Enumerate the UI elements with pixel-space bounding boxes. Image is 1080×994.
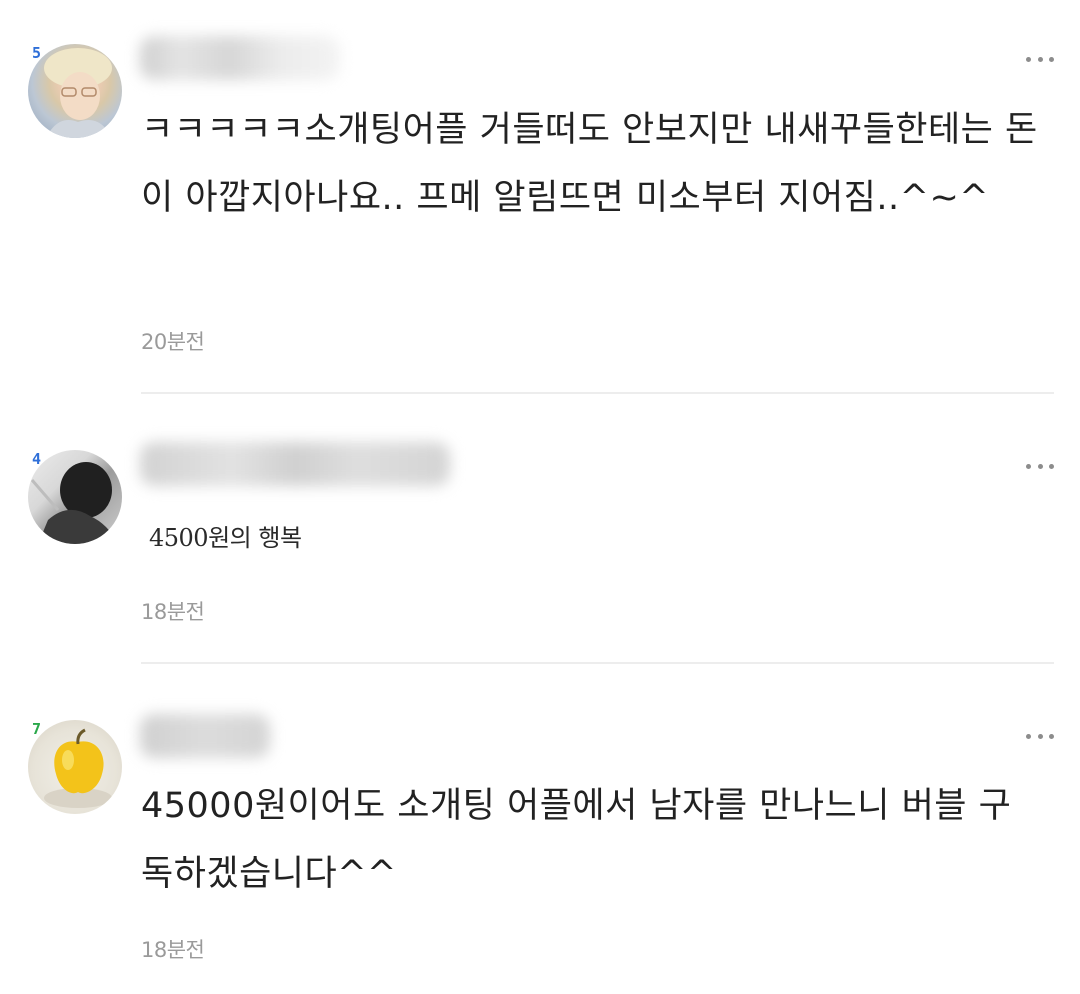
comment-item: 7 45000원이어도 소개팅 어플에서 남자를 만나느니 버블 구독하겠습니다… xyxy=(0,664,1080,994)
level-badge: 5 xyxy=(32,44,42,62)
username-blurred xyxy=(140,442,450,486)
apple-avatar-icon xyxy=(28,720,122,814)
comment-text: ㅋㅋㅋㅋㅋ소개팅어플 거들떠도 안보지만 내새꾸들한테는 돈이 아깝지아나요..… xyxy=(141,110,1038,218)
avatar[interactable]: 4 xyxy=(28,450,122,544)
more-horizontal-icon[interactable] xyxy=(1026,731,1054,741)
user-photo-avatar-icon xyxy=(28,44,122,138)
avatar[interactable]: 7 xyxy=(28,720,122,814)
more-horizontal-icon[interactable] xyxy=(1026,461,1054,471)
comment-text: 4500원의 행복 xyxy=(149,524,302,552)
comment-time: 18분전 xyxy=(141,600,205,624)
comment-item: 4 4500원의 행복 18분전 xyxy=(0,394,1080,664)
more-horizontal-icon[interactable] xyxy=(1026,54,1054,64)
comment-item: 5 ㅋㅋㅋㅋㅋ소개팅어플 거들떠도 안보지만 내새꾸들한테는 돈이 아깝지아나요… xyxy=(0,0,1080,394)
comment-time: 18분전 xyxy=(141,938,205,962)
comment-time: 20분전 xyxy=(141,330,205,354)
level-badge: 4 xyxy=(32,450,42,468)
level-badge: 7 xyxy=(32,720,42,738)
username-blurred xyxy=(140,36,340,80)
avatar[interactable]: 5 xyxy=(28,44,122,138)
comment-text: 45000원이어도 소개팅 어플에서 남자를 만나느니 버블 구독하겠습니다^^ xyxy=(141,786,1012,894)
username-blurred xyxy=(140,714,270,758)
user-photo-avatar-icon xyxy=(28,450,122,544)
